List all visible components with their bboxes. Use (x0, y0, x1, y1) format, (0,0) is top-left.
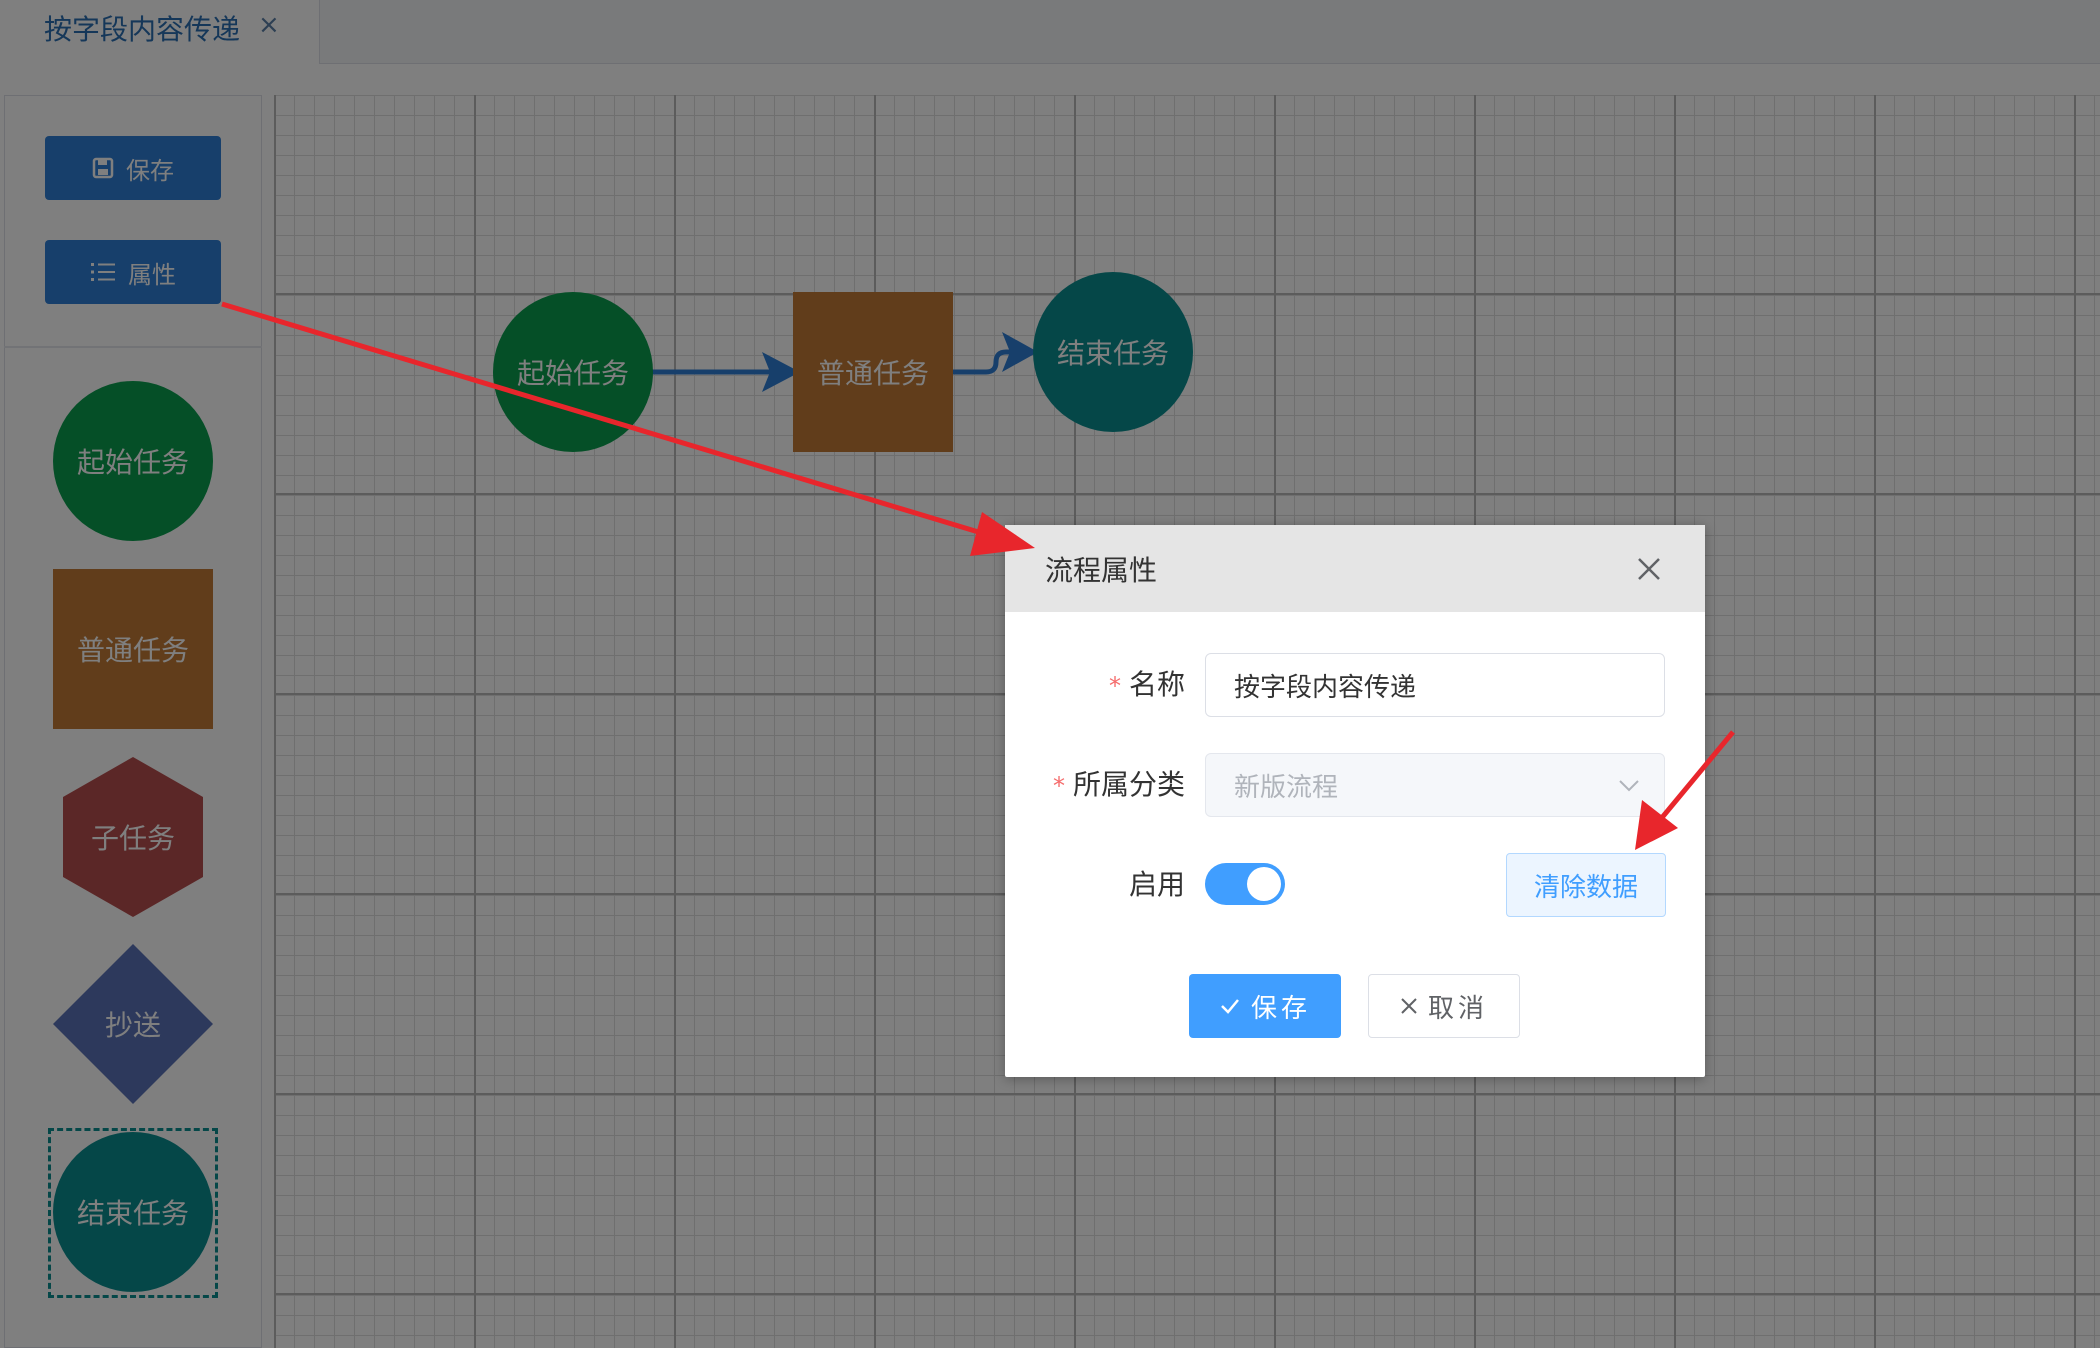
clear-data-button[interactable]: 清除数据 (1506, 853, 1666, 917)
dialog-header: 流程属性 (1005, 525, 1705, 612)
dialog-title: 流程属性 (1045, 554, 1158, 587)
close-icon (1401, 998, 1417, 1014)
name-label-text: 名称 (1128, 668, 1185, 701)
required-mark: * (1108, 672, 1121, 700)
app-window: 按字段内容传递 × 保存 属性 起始任务 普通任务 子任务 (0, 0, 2100, 1348)
enable-label: 启用 (1128, 868, 1185, 901)
category-select[interactable]: 新版流程 (1205, 753, 1665, 817)
name-label: * 名称 (1105, 663, 1185, 703)
required-mark: * (1052, 772, 1065, 800)
process-properties-dialog: 流程属性 * 名称 按字段内容传递 * 所属分类 新版流程 启用 清除数据 保存… (1005, 525, 1705, 1077)
dialog-cancel-button[interactable]: 取消 (1368, 974, 1520, 1038)
dialog-save-label: 保存 (1250, 993, 1311, 1024)
category-select-value: 新版流程 (1234, 772, 1339, 803)
check-icon (1221, 999, 1239, 1014)
name-input-value: 按字段内容传递 (1234, 672, 1417, 703)
switch-knob (1247, 867, 1281, 901)
category-label-text: 所属分类 (1072, 768, 1185, 801)
chevron-down-icon (1619, 780, 1639, 792)
close-icon[interactable] (1635, 555, 1663, 583)
name-input[interactable]: 按字段内容传递 (1205, 653, 1665, 717)
dialog-cancel-label: 取消 (1427, 993, 1488, 1024)
enable-switch[interactable] (1205, 863, 1285, 905)
category-label: * 所属分类 (1045, 763, 1185, 803)
dialog-save-button[interactable]: 保存 (1189, 974, 1341, 1038)
